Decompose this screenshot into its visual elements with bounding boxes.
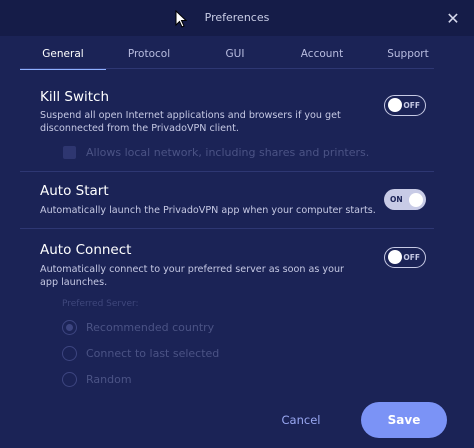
toggle-knob [388,98,402,112]
kill-switch-description: Suspend all open Internet applications a… [40,110,341,134]
last-selected-label: Connect to last selected [86,347,220,360]
mouse-cursor-icon [175,10,187,28]
random-label: Random [86,373,132,386]
save-button[interactable]: Save [361,402,447,438]
auto-connect-description: Automatically connect to your preferred … [40,264,345,288]
close-icon[interactable]: ✕ [440,5,466,31]
preferred-server-label: Preferred Server: [62,299,139,309]
tab-support[interactable]: Support [368,36,448,70]
kill-switch-title: Kill Switch [40,89,110,105]
toggle-state-label: OFF [403,253,420,262]
toggle-state-label: ON [390,195,403,204]
radio-last-selected[interactable] [62,346,77,361]
tabs-divider [20,68,434,69]
toggle-state-label: OFF [403,101,420,110]
section-divider [20,228,434,229]
radio-recommended-country[interactable] [62,320,77,335]
auto-start-toggle[interactable]: ON [384,189,426,210]
auto-connect-toggle[interactable]: OFF [384,247,426,268]
tab-bar: General Protocol GUI Account Support [0,36,474,70]
title-bar: Preferences ✕ [0,0,474,36]
window-title: Preferences [204,11,270,24]
recommended-country-label: Recommended country [86,321,215,334]
toggle-knob [409,192,423,207]
cancel-button[interactable]: Cancel [270,402,332,438]
tab-general[interactable]: General [20,36,106,70]
auto-start-title: Auto Start [40,183,109,199]
kill-switch-toggle[interactable]: OFF [384,95,426,116]
tab-account[interactable]: Account [282,36,362,70]
local-network-label: Allows local network, including shares a… [86,146,370,159]
tab-gui[interactable]: GUI [196,36,274,70]
tab-protocol[interactable]: Protocol [110,36,188,70]
auto-start-description: Automatically launch the PrivadoVPN app … [40,205,376,216]
toggle-knob [388,250,402,264]
section-divider [20,171,434,172]
radio-random[interactable] [62,372,77,387]
auto-connect-title: Auto Connect [40,242,132,258]
local-network-checkbox[interactable] [63,146,76,159]
